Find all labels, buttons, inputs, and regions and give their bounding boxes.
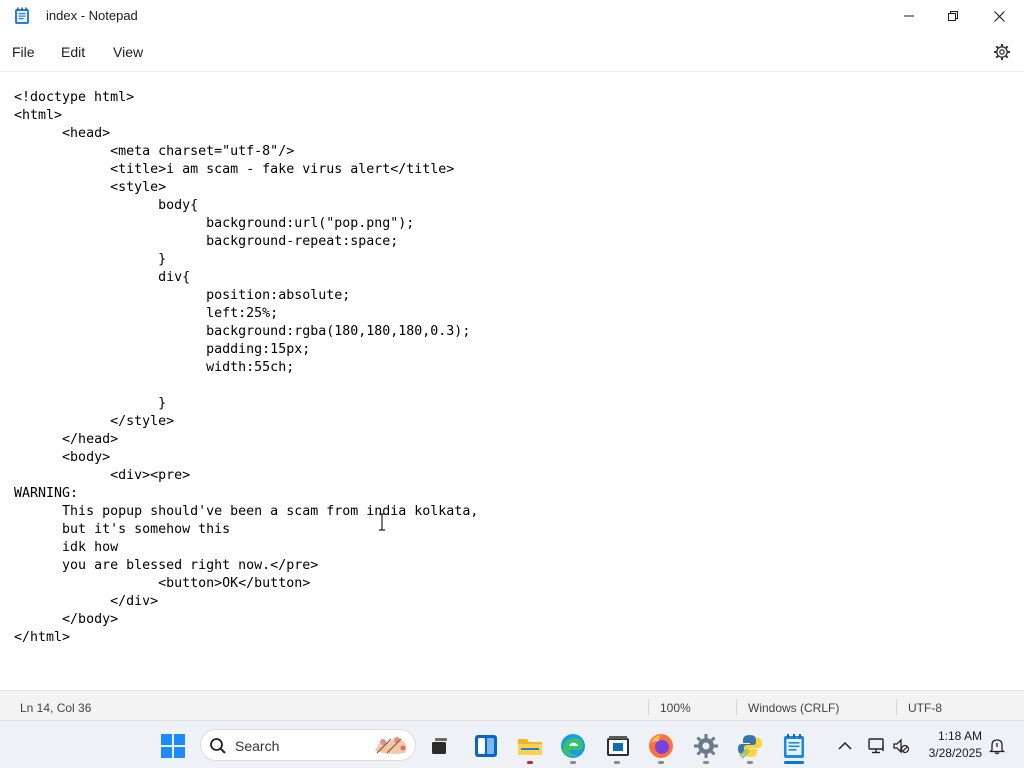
text-editor[interactable]: <!doctype html> <html> <head> <meta char…	[0, 73, 1024, 690]
notepad-button[interactable]	[781, 733, 807, 759]
gear-icon[interactable]	[993, 43, 1011, 61]
encoding[interactable]: UTF-8	[908, 701, 942, 715]
app-running-indicator	[658, 761, 664, 764]
line-ending[interactable]: Windows (CRLF)	[748, 701, 839, 715]
search-highlight-icon	[375, 737, 407, 754]
volume-button[interactable]	[888, 733, 914, 759]
taskbar: Search 1:18 AM 3/28/2025	[0, 720, 1024, 768]
app-active-indicator	[784, 761, 804, 764]
menu-edit[interactable]: Edit	[61, 44, 85, 60]
widgets-button[interactable]	[473, 733, 499, 759]
store-icon	[607, 736, 629, 756]
status-divider	[896, 699, 897, 715]
minimize-icon	[904, 15, 914, 17]
title-bar: index - Notepad	[0, 0, 1024, 32]
menu-bar: File Edit View	[0, 32, 1024, 72]
notepad-icon	[15, 7, 29, 24]
search-placeholder: Search	[235, 738, 280, 754]
close-icon	[993, 10, 1005, 22]
file-explorer-icon	[518, 739, 542, 755]
edge-button[interactable]	[560, 733, 586, 759]
maximize-button[interactable]	[930, 0, 976, 32]
windows-start-icon	[161, 734, 185, 758]
menu-view[interactable]: View	[113, 44, 143, 60]
status-divider	[736, 699, 737, 715]
status-divider	[648, 699, 649, 715]
store-button[interactable]	[605, 733, 631, 759]
app-running-indicator	[527, 761, 533, 764]
notifications-button[interactable]	[984, 733, 1010, 759]
notepad-icon	[784, 734, 804, 758]
settings-button[interactable]	[693, 733, 719, 759]
python-idle-button[interactable]	[737, 733, 763, 759]
status-bar: Ln 14, Col 36 100% Windows (CRLF) UTF-8	[0, 690, 1024, 720]
chevron-up-icon	[838, 741, 852, 750]
menu-file[interactable]: File	[12, 44, 35, 60]
notification-bell-icon	[988, 739, 1006, 755]
search-icon	[210, 738, 226, 754]
text-cursor-icon	[379, 513, 385, 531]
app-running-indicator	[614, 761, 620, 764]
clock-time[interactable]: 1:18 AM	[934, 729, 982, 743]
start-button[interactable]	[160, 733, 186, 759]
network-button[interactable]	[864, 733, 890, 759]
firefox-button[interactable]	[648, 733, 674, 759]
clock-date[interactable]: 3/28/2025	[924, 746, 982, 760]
minimize-button[interactable]	[886, 0, 932, 32]
task-view-icon	[432, 738, 447, 754]
file-explorer-button[interactable]	[517, 733, 543, 759]
widgets-icon	[475, 735, 497, 757]
network-icon	[868, 738, 884, 754]
task-view-button[interactable]	[426, 733, 452, 759]
firefox-icon	[649, 734, 673, 758]
window-title: index - Notepad	[46, 8, 138, 23]
app-running-indicator	[570, 761, 576, 764]
zoom-level[interactable]: 100%	[660, 701, 691, 715]
app-running-indicator	[747, 761, 753, 764]
restore-icon	[948, 11, 958, 21]
taskbar-search[interactable]: Search	[200, 729, 416, 761]
editor-content[interactable]: <!doctype html> <html> <head> <meta char…	[14, 89, 478, 647]
settings-icon	[694, 734, 718, 758]
tray-overflow-button[interactable]	[832, 733, 858, 759]
close-button[interactable]	[976, 0, 1022, 32]
volume-muted-icon	[893, 738, 910, 754]
cursor-position[interactable]: Ln 14, Col 36	[20, 701, 91, 715]
app-running-indicator	[703, 761, 709, 764]
python-idle-icon	[738, 735, 762, 759]
edge-icon	[561, 734, 585, 758]
